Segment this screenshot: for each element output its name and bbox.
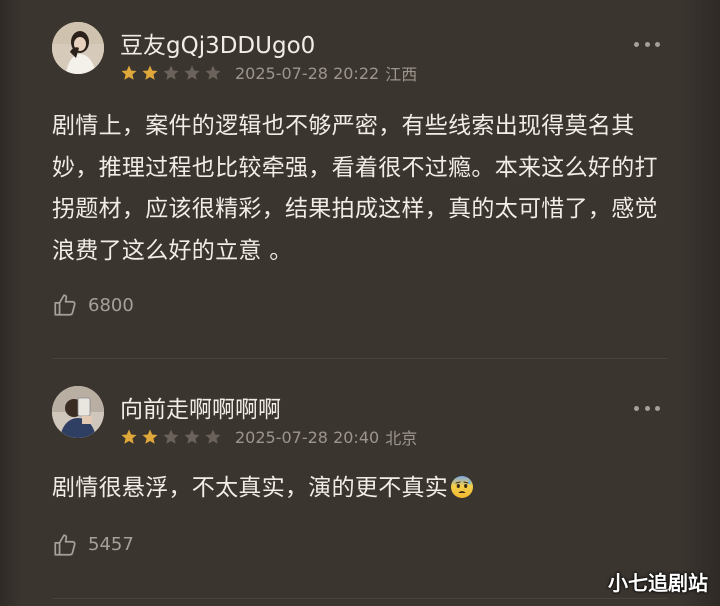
avatar-image [52, 22, 104, 74]
star-icon [163, 429, 179, 444]
username[interactable]: 豆友gQj3DDUgo0 [120, 26, 315, 60]
star-icon [184, 65, 200, 80]
avatar-image [52, 386, 104, 438]
comment-meta: 2025-07-28 20:22 江西 [120, 61, 417, 85]
like-count: 6800 [88, 294, 134, 316]
more-dots-icon[interactable] [634, 42, 660, 50]
anxious-face-with-sweat-icon [451, 476, 474, 498]
star-icon [184, 429, 200, 444]
comment-divider [52, 598, 668, 599]
comment-header: 豆友gQj3DDUgo0 2025-07-28 20:22 江西 [52, 20, 668, 84]
comment-location: 北京 [385, 429, 418, 448]
left-edge-shadow [0, 0, 22, 606]
comment-divider [52, 358, 668, 359]
comment-list-screen: 豆友gQj3DDUgo0 2025-07-28 20:22 江西 剧情上，案件的… [0, 0, 720, 606]
star-icon [142, 65, 158, 80]
star-icon [205, 65, 221, 80]
rating-stars [120, 428, 225, 446]
comment-meta: 2025-07-28 20:40 北京 [120, 425, 417, 449]
comment-text-block: 剧情很悬浮，不太真实，演的更不真实 [52, 468, 668, 510]
star-icon [121, 65, 137, 80]
comment-header: 向前走啊啊啊啊 2025-07-28 20:40 北京 [52, 384, 668, 448]
star-icon [163, 65, 179, 80]
star-icon [121, 429, 137, 444]
like-button[interactable]: 6800 [52, 292, 668, 318]
star-icon [142, 429, 158, 444]
comment-text: 剧情很悬浮，不太真实，演的更不真实 [52, 475, 449, 501]
thumbs-up-icon [54, 533, 76, 556]
comment-datetime: 2025-07-28 20:22 [235, 63, 380, 83]
comment-text: 剧情上，案件的逻辑也不够严密，有些线索出现得莫名其妙，推理过程也比较牵强，看着很… [52, 113, 658, 264]
avatar[interactable] [52, 22, 104, 74]
comment-location: 江西 [385, 65, 418, 84]
comment-card: 向前走啊啊啊啊 2025-07-28 20:40 北京 剧情很悬浮，不太真实，演… [52, 384, 668, 558]
star-icon [205, 429, 221, 444]
like-count: 5457 [88, 534, 134, 555]
comment-datetime: 2025-07-28 20:40 [235, 427, 380, 447]
right-edge-shadow [680, 0, 720, 606]
comment-card: 豆友gQj3DDUgo0 2025-07-28 20:22 江西 剧情上，案件的… [52, 20, 668, 318]
thumbs-up-icon [54, 294, 76, 316]
rating-stars [120, 64, 225, 82]
avatar[interactable] [52, 386, 104, 438]
more-dots-icon[interactable] [634, 406, 660, 414]
username[interactable]: 向前走啊啊啊啊 [120, 390, 281, 424]
watermark: 小七追剧站 [608, 571, 708, 595]
like-button[interactable]: 5457 [52, 532, 668, 558]
